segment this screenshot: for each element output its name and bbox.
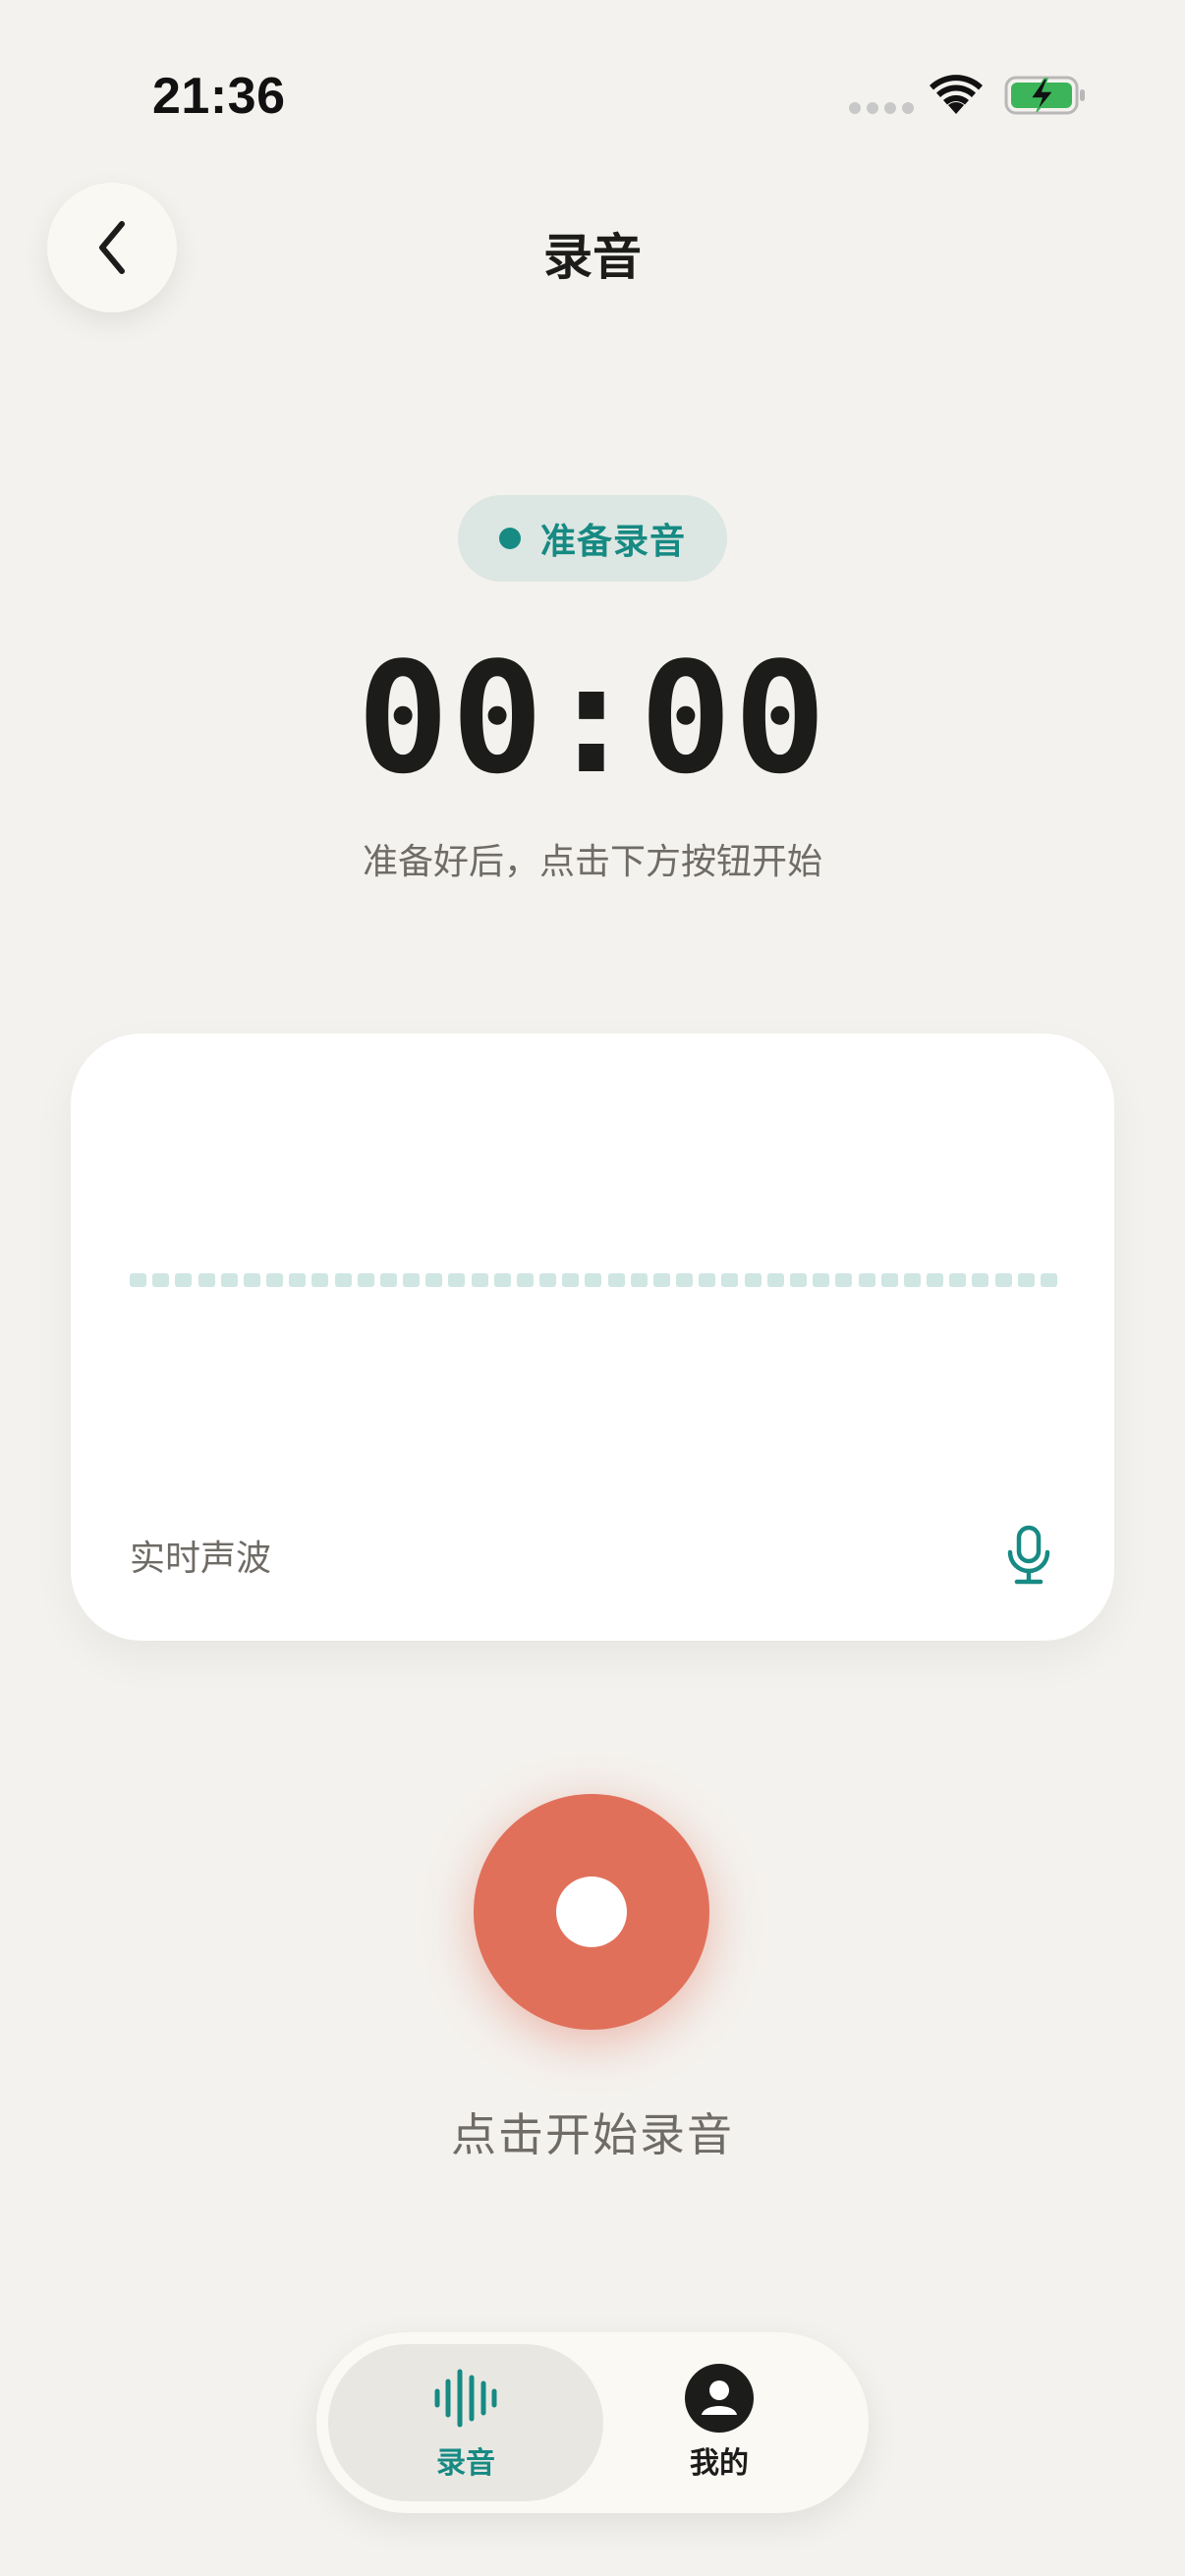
record-hint: 点击开始录音 [451, 2108, 734, 2161]
waveform-dash [198, 1273, 215, 1287]
status-label: 准备录音 [539, 522, 686, 562]
waveform-dash [927, 1273, 944, 1287]
waveform-label: 实时声波 [130, 1539, 272, 1579]
waveform-dash [880, 1273, 898, 1287]
status-badge: 准备录音 [458, 495, 727, 582]
waveform-dash [289, 1273, 307, 1287]
tab-me-label: 我的 [690, 2446, 749, 2481]
waveform-dash [1040, 1273, 1057, 1287]
waveform-dash [448, 1273, 466, 1287]
waveform-dash [607, 1273, 625, 1287]
waveform-dash [1017, 1273, 1035, 1287]
waveform-dash [652, 1273, 670, 1287]
waveform-dash [379, 1273, 397, 1287]
waveform-dash [243, 1273, 260, 1287]
recording-timer: 00:00 [357, 629, 828, 808]
waveform-dash [744, 1273, 762, 1287]
waveform-dash [789, 1273, 807, 1287]
microphone-icon [1007, 1525, 1050, 1585]
wifi-icon [930, 75, 983, 114]
waveform-card: 实时声波 [71, 1034, 1114, 1641]
waveform-dash [266, 1273, 284, 1287]
waveform-dash [539, 1273, 557, 1287]
waveform-dash [858, 1273, 875, 1287]
waveform-dash [972, 1273, 989, 1287]
waveform-icon [434, 2369, 497, 2428]
page-title: 录音 [543, 229, 642, 286]
waveform-dash [334, 1273, 352, 1287]
waveform-dash [562, 1273, 580, 1287]
timer-hint: 准备好后，点击下方按钮开始 [362, 842, 822, 882]
waveform-dash [425, 1273, 443, 1287]
waveform-dash [766, 1273, 784, 1287]
record-dot-icon [556, 1876, 627, 1947]
tab-record-label: 录音 [436, 2446, 495, 2481]
waveform-dash [357, 1273, 374, 1287]
waveform-dash [516, 1273, 534, 1287]
waveform-dash [152, 1273, 170, 1287]
record-button[interactable] [474, 1794, 709, 2030]
tab-bar: 录音 我的 [316, 2332, 869, 2513]
waveform-dash [676, 1273, 694, 1287]
waveform-dash [403, 1273, 421, 1287]
waveform-dash [175, 1273, 193, 1287]
waveform-dash [721, 1273, 739, 1287]
waveform-dash [493, 1273, 511, 1287]
status-time: 21:36 [152, 68, 286, 125]
waveform-dash [813, 1273, 830, 1287]
waveform-dash [220, 1273, 238, 1287]
status-icons [792, 0, 1185, 157]
waveform-dash [903, 1273, 921, 1287]
waveform-dash [699, 1273, 716, 1287]
waveform-dash [949, 1273, 967, 1287]
waveform-dash [130, 1273, 146, 1287]
waveform-dash [835, 1273, 853, 1287]
waveform-dash [994, 1273, 1012, 1287]
battery-charging-icon [1004, 76, 1085, 115]
waveform-dash [585, 1273, 602, 1287]
waveform-dash [471, 1273, 488, 1287]
status-dot-icon [498, 528, 521, 549]
waveform-idle-line [130, 1273, 1057, 1287]
signal-icon [849, 102, 914, 114]
user-icon [685, 2364, 754, 2433]
tab-me[interactable]: 我的 [582, 2344, 857, 2501]
waveform-dash [630, 1273, 648, 1287]
waveform-dash [311, 1273, 329, 1287]
tab-record[interactable]: 录音 [328, 2344, 603, 2501]
